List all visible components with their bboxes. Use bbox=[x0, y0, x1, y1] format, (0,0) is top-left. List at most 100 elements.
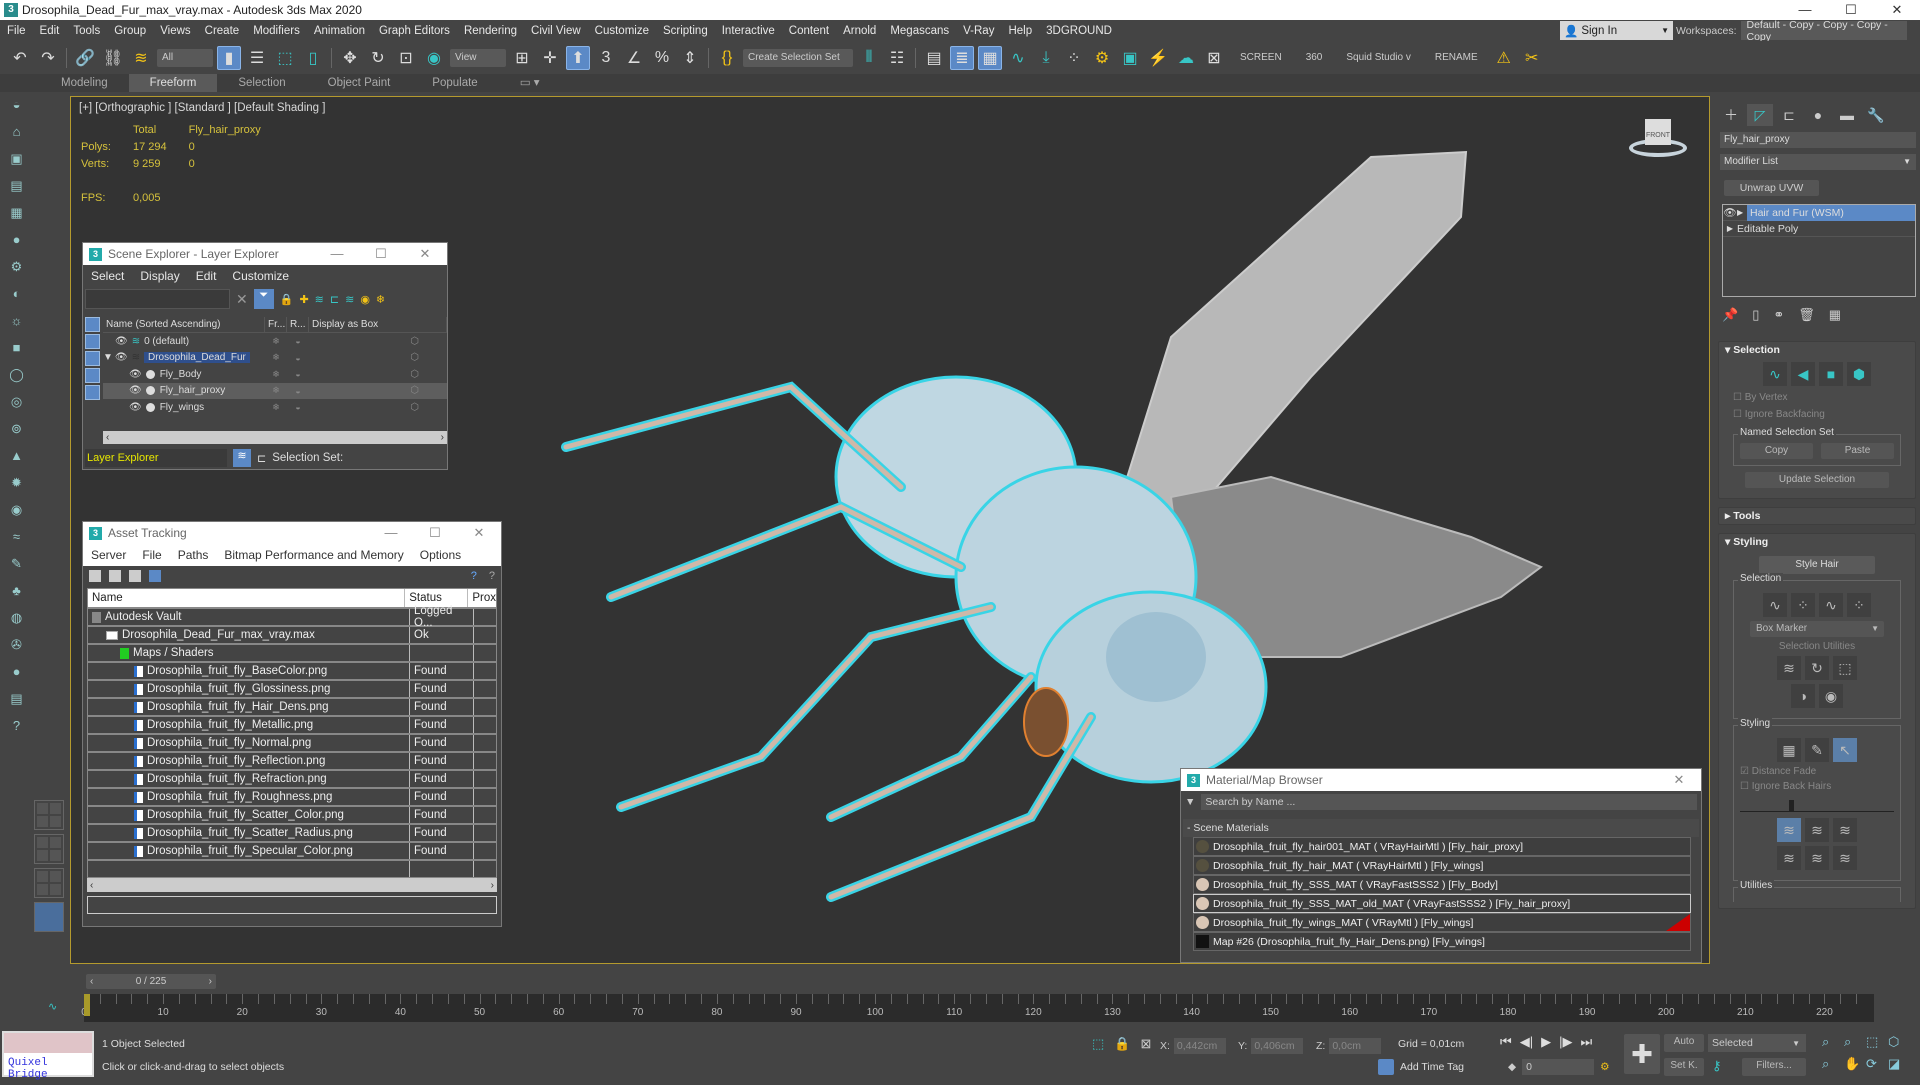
menu-modifiers[interactable]: Modifiers bbox=[246, 25, 307, 37]
current-frame-input[interactable]: 0 bbox=[1522, 1059, 1595, 1075]
table-row[interactable]: 👁 ≋ 0 (default) ❄ ◒ ⬡ bbox=[103, 333, 447, 350]
select-hair-all-icon[interactable]: ⁘ bbox=[1847, 593, 1871, 617]
menu-scripting[interactable]: Scripting bbox=[656, 25, 715, 37]
key-icon[interactable]: ⚷ bbox=[1712, 1058, 1722, 1074]
next-frame-icon[interactable]: › bbox=[209, 976, 212, 987]
sphere-blue-icon[interactable]: ● bbox=[7, 664, 27, 682]
show-hidden-icon[interactable]: ◉ bbox=[1819, 684, 1843, 708]
select-manipulate-icon[interactable]: ✛ bbox=[538, 46, 562, 70]
menu-create[interactable]: Create bbox=[198, 25, 247, 37]
time-config-icon[interactable]: ⚙ bbox=[1600, 1061, 1609, 1073]
menu-options[interactable]: Options bbox=[412, 548, 469, 562]
thumbnail-view-icon[interactable] bbox=[129, 570, 141, 582]
copy-button[interactable]: Copy bbox=[1740, 443, 1813, 459]
rollout-selection-header[interactable]: ▾ Selection bbox=[1719, 342, 1915, 358]
toolbar-label-screen[interactable]: SCREEN bbox=[1230, 52, 1292, 63]
viewport-label[interactable]: [+] [Orthographic ] [Standard ] [Default… bbox=[79, 102, 325, 114]
track-bar[interactable]: 0102030405060708090100110120130140150160… bbox=[81, 994, 1874, 1022]
box-marker-dropdown[interactable]: Box Marker ▼ bbox=[1750, 621, 1884, 637]
list-view-icon[interactable] bbox=[109, 570, 121, 582]
toggle-ribbon-icon[interactable]: ▦ bbox=[978, 45, 1002, 70]
display-tab-icon[interactable]: ▬ bbox=[1834, 104, 1860, 126]
percent-snap-icon[interactable]: % bbox=[650, 46, 674, 70]
toggle-scene-explorer-icon[interactable]: ▤ bbox=[922, 46, 946, 70]
table-row[interactable]: 👁 Fly_wings ❄ ◒ ⬡ bbox=[103, 399, 447, 416]
schematic-view-icon[interactable]: ⤓ bbox=[1034, 46, 1058, 70]
help-icon[interactable]: ? bbox=[7, 718, 27, 736]
asset-path-input[interactable] bbox=[87, 896, 497, 914]
rotate-hair-icon[interactable]: ≋ bbox=[1805, 846, 1829, 870]
keyboard-shortcut-override-icon[interactable]: ⬆ bbox=[566, 45, 590, 70]
play-icon[interactable]: ▶ bbox=[1541, 1034, 1551, 1050]
clear-search-icon[interactable]: ✕ bbox=[236, 291, 248, 308]
freeze-icon[interactable]: ❄ bbox=[265, 336, 287, 347]
table-row[interactable]: Drosophila_fruit_fly_Normal.png Found bbox=[88, 733, 496, 751]
material-item[interactable]: Drosophila_fruit_fly_wings_MAT ( VRayMtl… bbox=[1193, 913, 1691, 932]
motion-tab-icon[interactable]: ● bbox=[1805, 104, 1831, 126]
previous-key-icon[interactable]: ◀| bbox=[1520, 1034, 1533, 1050]
menu-select[interactable]: Select bbox=[83, 269, 132, 283]
curve-editor-toggle-icon[interactable]: ∿ bbox=[48, 1000, 57, 1013]
viewport-layout-button[interactable] bbox=[34, 868, 64, 898]
face-icon[interactable]: ◀ bbox=[1791, 362, 1815, 386]
material-item[interactable]: Drosophila_fruit_fly_hair001_MAT ( VRayH… bbox=[1193, 837, 1691, 856]
tab-selection[interactable]: Selection bbox=[217, 74, 306, 92]
teapot-icon[interactable]: ◒ bbox=[7, 97, 27, 115]
expand-icon[interactable]: ▼ bbox=[103, 352, 113, 363]
invert-selection-icon[interactable]: ≋ bbox=[1777, 656, 1801, 680]
rendered-frame-window-icon[interactable]: ▣ bbox=[1118, 46, 1142, 70]
menu-3dground[interactable]: 3DGROUND bbox=[1039, 25, 1119, 37]
menu-server[interactable]: Server bbox=[83, 548, 134, 562]
ignore-back-hairs-checkbox[interactable]: ☐ bbox=[1740, 781, 1752, 792]
clump-icon[interactable]: ≋ bbox=[1777, 846, 1801, 870]
translate-hair-icon[interactable]: ≋ bbox=[1777, 818, 1801, 842]
add-layer-icon[interactable]: ✚ bbox=[299, 293, 308, 306]
create-selection-set-dropdown[interactable]: Create Selection Set bbox=[743, 48, 853, 67]
curve-editor-icon[interactable]: ∿ bbox=[1006, 46, 1030, 70]
comb-icon[interactable]: ▦ bbox=[1777, 738, 1801, 762]
absolute-mode-icon[interactable]: ⊠ bbox=[1140, 1036, 1151, 1052]
modify-tab-icon[interactable]: ◸ bbox=[1747, 104, 1773, 126]
freeze-icon[interactable]: ❄ bbox=[376, 293, 385, 306]
rollout-tools-header[interactable]: ▸ Tools bbox=[1719, 508, 1915, 524]
menu-help[interactable]: Help bbox=[1001, 25, 1039, 37]
freeze-icon[interactable]: ❄ bbox=[265, 385, 287, 396]
tab-populate[interactable]: Populate bbox=[411, 74, 498, 92]
menu-customize[interactable]: Customize bbox=[588, 25, 656, 37]
close-button[interactable]: ✕ bbox=[403, 246, 447, 262]
tab-modeling[interactable]: Modeling bbox=[40, 74, 129, 92]
cut-icon[interactable]: ✎ bbox=[1805, 738, 1829, 762]
render-in-cloud-icon[interactable]: ☁ bbox=[1174, 46, 1198, 70]
by-vertex-checkbox[interactable]: ☐ bbox=[1733, 392, 1745, 403]
box-icon[interactable]: ⬡ bbox=[309, 402, 447, 413]
pivot-center-icon[interactable]: ⊞ bbox=[510, 46, 534, 70]
table-row[interactable]: Drosophila_fruit_fly_Scatter_Color.png Fo… bbox=[88, 805, 496, 823]
object-name-field[interactable]: Fly_hair_proxy bbox=[1720, 132, 1916, 148]
key-mode-icon[interactable]: ◆ bbox=[1508, 1061, 1516, 1073]
add-time-tag[interactable]: Add Time Tag bbox=[1378, 1059, 1464, 1075]
pin-stack-icon[interactable]: 📌 bbox=[1722, 307, 1738, 323]
polygon-icon[interactable]: ■ bbox=[1819, 362, 1843, 386]
select-object-icon[interactable]: ▮ bbox=[217, 45, 241, 70]
expand-icon[interactable]: ▶ bbox=[1723, 224, 1737, 233]
auto-key-button[interactable]: Auto bbox=[1664, 1034, 1704, 1052]
menu-interactive[interactable]: Interactive bbox=[715, 25, 782, 37]
help-icon[interactable]: ? bbox=[471, 570, 477, 582]
toolbar-label-360[interactable]: 360 bbox=[1296, 52, 1333, 63]
scroll-right-icon[interactable]: › bbox=[491, 880, 494, 891]
selection-lock-icon[interactable]: 🔒 bbox=[1114, 1036, 1130, 1052]
configure-modifier-sets-icon[interactable]: ▦ bbox=[1829, 307, 1841, 323]
move-icon[interactable]: ✥ bbox=[338, 46, 362, 70]
link-icon[interactable]: 🔗 bbox=[73, 46, 97, 70]
window-crossing-icon[interactable]: ▯ bbox=[301, 46, 325, 70]
shapes-icon[interactable]: ⌂ bbox=[7, 124, 27, 142]
torus-icon[interactable]: ⊚ bbox=[7, 421, 27, 439]
scissors-icon[interactable]: ✂ bbox=[1520, 46, 1544, 70]
column-display-as-box[interactable]: Display as Box bbox=[309, 317, 447, 332]
key-filters-button[interactable]: Filters... bbox=[1742, 1058, 1806, 1076]
menu-views[interactable]: Views bbox=[153, 25, 197, 37]
viewport-layout-button[interactable] bbox=[34, 800, 64, 830]
teapot-icon[interactable]: ◒ bbox=[287, 353, 309, 363]
make-unique-icon[interactable]: ⚭ bbox=[1773, 307, 1784, 323]
menu-bitmap-performance[interactable]: Bitmap Performance and Memory bbox=[216, 548, 411, 562]
